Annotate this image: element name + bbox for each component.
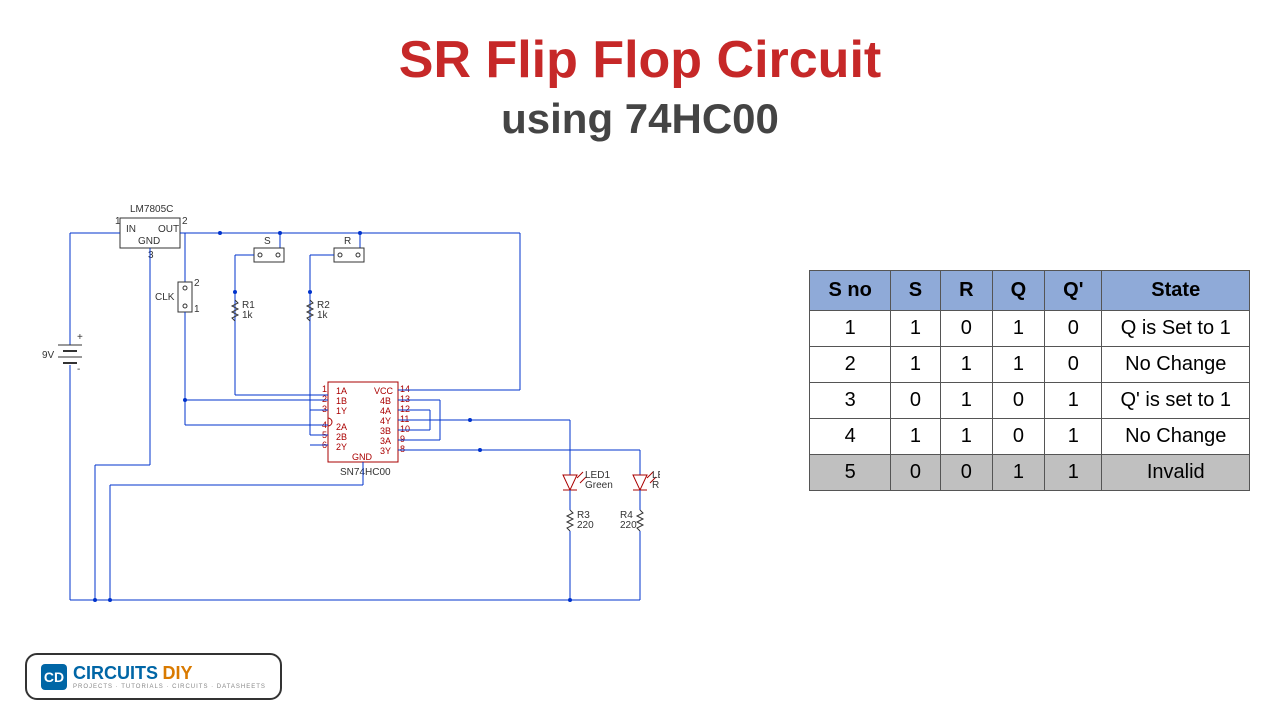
logo-tagline: PROJECTS · TUTORIALS · CIRCUITS · DATASH… xyxy=(73,684,266,690)
svg-text:OUT: OUT xyxy=(158,224,179,235)
table-cell: No Change xyxy=(1102,419,1250,455)
svg-text:1A: 1A xyxy=(336,386,347,396)
logo-diy: DIY xyxy=(162,663,192,683)
logo-text: CIRCUITS xyxy=(73,663,158,683)
svg-text:2B: 2B xyxy=(336,432,347,442)
svg-text:GND: GND xyxy=(352,452,373,462)
svg-text:1k: 1k xyxy=(242,310,254,321)
svg-text:1k: 1k xyxy=(317,310,329,321)
svg-text:2Y: 2Y xyxy=(336,442,347,452)
table-cell: 1 xyxy=(992,455,1045,491)
svg-text:9V: 9V xyxy=(42,350,55,361)
svg-text:1Y: 1Y xyxy=(336,406,347,416)
svg-text:GND: GND xyxy=(138,236,160,247)
svg-text:1: 1 xyxy=(322,384,327,394)
svg-text:220: 220 xyxy=(577,520,594,531)
table-cell: 1 xyxy=(1045,419,1102,455)
svg-text:1: 1 xyxy=(115,216,121,227)
svg-text:1B: 1B xyxy=(336,396,347,406)
table-cell: 1 xyxy=(941,347,992,383)
subtitle: using 74HC00 xyxy=(0,95,1280,143)
main-title: SR Flip Flop Circuit xyxy=(0,30,1280,90)
th-sno: S no xyxy=(810,271,890,311)
table-cell: 1 xyxy=(941,383,992,419)
svg-text:3A: 3A xyxy=(380,436,391,446)
table-cell: 1 xyxy=(1045,383,1102,419)
svg-text:1: 1 xyxy=(194,304,200,315)
table-cell: 1 xyxy=(890,419,940,455)
table-row: 41101No Change xyxy=(810,419,1250,455)
table-row: 11010Q is Set to 1 xyxy=(810,311,1250,347)
svg-text:S: S xyxy=(264,236,271,247)
logo: CD CIRCUITS DIY PROJECTS · TUTORIALS · C… xyxy=(25,653,282,700)
svg-text:LM7805C: LM7805C xyxy=(130,204,173,215)
svg-text:8: 8 xyxy=(400,444,405,454)
table-cell: 0 xyxy=(1045,311,1102,347)
svg-text:SN74HC00: SN74HC00 xyxy=(340,467,391,478)
table-cell: Invalid xyxy=(1102,455,1250,491)
table-cell: 0 xyxy=(890,383,940,419)
svg-text:12: 12 xyxy=(400,404,410,414)
svg-text:4B: 4B xyxy=(380,396,391,406)
svg-text:3: 3 xyxy=(148,250,154,261)
svg-text:4Y: 4Y xyxy=(380,416,391,426)
table-header-row: S no S R Q Q' State xyxy=(810,271,1250,311)
svg-text:4A: 4A xyxy=(380,406,391,416)
table-cell: 1 xyxy=(810,311,890,347)
svg-text:-: - xyxy=(77,364,80,375)
svg-text:14: 14 xyxy=(400,384,410,394)
table-cell: 0 xyxy=(992,419,1045,455)
table-row: 21110No Change xyxy=(810,347,1250,383)
table-cell: 0 xyxy=(941,455,992,491)
table-cell: 1 xyxy=(1045,455,1102,491)
svg-text:Green: Green xyxy=(585,480,613,491)
th-r: R xyxy=(941,271,992,311)
svg-text:2: 2 xyxy=(194,278,200,289)
table-cell: No Change xyxy=(1102,347,1250,383)
table-cell: 0 xyxy=(1045,347,1102,383)
svg-text:220: 220 xyxy=(620,520,637,531)
svg-text:CLK: CLK xyxy=(155,292,175,303)
table-cell: Q is Set to 1 xyxy=(1102,311,1250,347)
table-cell: 2 xyxy=(810,347,890,383)
table-cell: 0 xyxy=(941,311,992,347)
th-s: S xyxy=(890,271,940,311)
table-cell: Q' is set to 1 xyxy=(1102,383,1250,419)
title-container: SR Flip Flop Circuit using 74HC00 xyxy=(0,0,1280,143)
table-cell: 1 xyxy=(890,347,940,383)
svg-text:3B: 3B xyxy=(380,426,391,436)
th-q: Q xyxy=(992,271,1045,311)
table-row: 30101Q' is set to 1 xyxy=(810,383,1250,419)
table-row: 50011Invalid xyxy=(810,455,1250,491)
svg-text:13: 13 xyxy=(400,394,410,404)
logo-icon: CD xyxy=(41,664,67,690)
svg-text:2: 2 xyxy=(182,216,188,227)
circuit-diagram: LM7805C IN OUT GND 1 2 3 9V + - xyxy=(20,200,660,620)
svg-text:RED: RED xyxy=(652,480,660,491)
table-cell: 1 xyxy=(992,347,1045,383)
table-cell: 5 xyxy=(810,455,890,491)
svg-text:VCC: VCC xyxy=(374,386,394,396)
svg-text:3: 3 xyxy=(322,404,327,414)
table-cell: 4 xyxy=(810,419,890,455)
svg-text:2A: 2A xyxy=(336,422,347,432)
svg-text:11: 11 xyxy=(400,414,409,424)
table-cell: 0 xyxy=(890,455,940,491)
table-cell: 1 xyxy=(890,311,940,347)
svg-text:9: 9 xyxy=(400,434,405,444)
truth-table: S no S R Q Q' State 11010Q is Set to 121… xyxy=(809,270,1250,491)
th-qp: Q' xyxy=(1045,271,1102,311)
svg-text:10: 10 xyxy=(400,424,410,434)
svg-text:+: + xyxy=(77,332,83,343)
svg-text:IN: IN xyxy=(126,224,136,235)
table-cell: 0 xyxy=(992,383,1045,419)
svg-text:R: R xyxy=(344,236,351,247)
th-state: State xyxy=(1102,271,1250,311)
table-cell: 3 xyxy=(810,383,890,419)
svg-text:3Y: 3Y xyxy=(380,446,391,456)
table-cell: 1 xyxy=(992,311,1045,347)
table-cell: 1 xyxy=(941,419,992,455)
